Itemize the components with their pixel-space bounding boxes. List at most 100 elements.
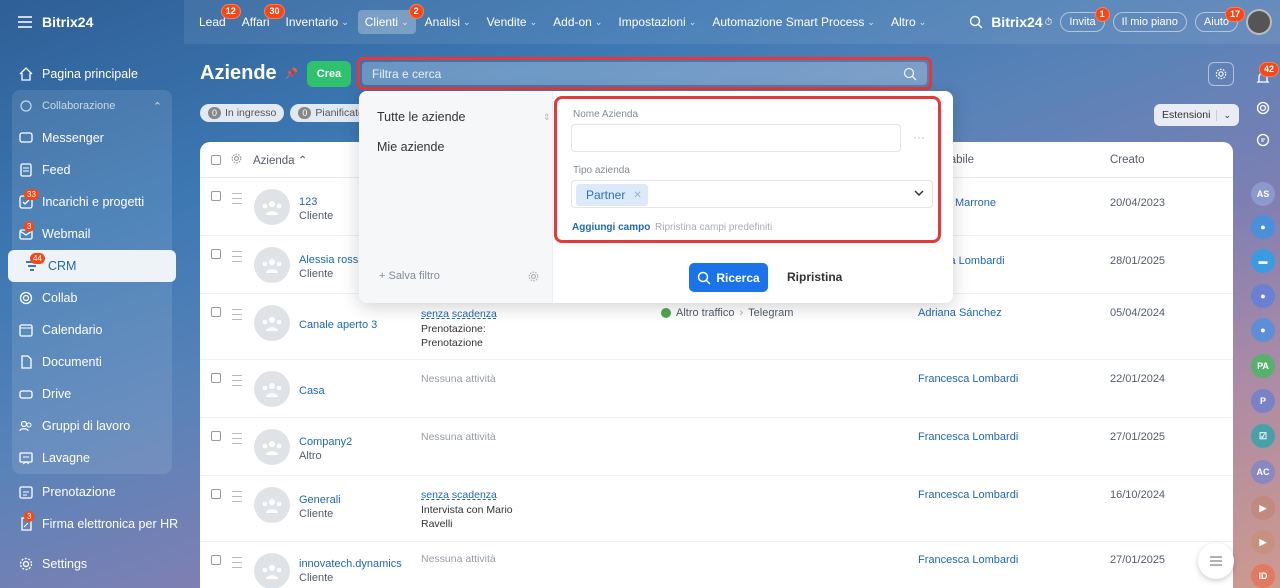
row-checkbox[interactable]	[211, 431, 221, 441]
nav-vendite[interactable]: Vendite ⌄	[480, 10, 545, 34]
create-button[interactable]: Crea	[307, 61, 351, 87]
table-row[interactable]: Canale aperto 3 senza scadenza Prenotazi…	[200, 294, 1233, 360]
sidebar-item-crm[interactable]: 44 CRM	[8, 250, 176, 282]
company-name[interactable]: Casa	[299, 385, 325, 397]
group-icon[interactable]: ●	[1251, 284, 1275, 308]
activity-deadline[interactable]: senza scadenza	[421, 308, 497, 320]
spiral-icon[interactable]	[1251, 96, 1275, 120]
drag-handle-icon[interactable]	[232, 557, 242, 572]
activity-title[interactable]: Prenotazione: Prenotazione	[421, 322, 496, 350]
more-icon[interactable]: ···	[913, 130, 925, 144]
settings-button[interactable]	[1208, 62, 1234, 86]
plan-button[interactable]: Il mio piano	[1112, 12, 1187, 32]
search-input[interactable]: Filtra e cerca	[362, 62, 927, 85]
row-checkbox[interactable]	[211, 191, 221, 201]
sidebar-item-booking[interactable]: Prenotazione	[0, 476, 184, 508]
sidebar-item-feed[interactable]: Feed	[12, 154, 172, 186]
nav-altro[interactable]: Altro ⌄	[884, 10, 933, 34]
row-checkbox[interactable]	[211, 307, 221, 317]
video-icon[interactable]: ▶	[1251, 530, 1275, 554]
sidebar-item-documents[interactable]: Documenti	[12, 346, 172, 378]
company-type-select[interactable]: Partner ✕	[571, 180, 933, 208]
responsible[interactable]: Francesca Lombardi	[918, 431, 1018, 443]
rail-avatar[interactable]: AC	[1251, 460, 1275, 484]
sidebar-item-tasks[interactable]: 33 Incarichi e progetti	[12, 186, 172, 218]
sidebar-group-header[interactable]: Collaborazione ⌃	[12, 90, 172, 122]
sidebar-item-drive[interactable]: Drive	[12, 378, 172, 410]
reset-fields-link[interactable]: Ripristina campi predefiniti	[655, 222, 772, 233]
nav-automazione[interactable]: Automazione Smart Process ⌄	[705, 10, 882, 34]
bell-icon[interactable]: 42	[1251, 62, 1279, 90]
responsible[interactable]: Marrone	[955, 197, 996, 209]
drag-handle-icon[interactable]	[232, 433, 242, 448]
help-button[interactable]: Aiuto 17	[1194, 7, 1245, 32]
brand-logo[interactable]: Bitrix24	[42, 14, 93, 30]
group-icon[interactable]: ●	[1251, 215, 1275, 239]
sidebar-item-messenger[interactable]: Messenger	[12, 122, 172, 154]
nav-analisi[interactable]: Analisi ⌄	[418, 10, 478, 34]
gear-icon[interactable]	[231, 153, 242, 164]
column-header-created[interactable]: Creato	[1110, 154, 1145, 166]
company-name[interactable]: Generali	[299, 494, 341, 506]
group-icon[interactable]: ●	[1251, 318, 1275, 342]
company-name[interactable]: innovatech.dynamics	[299, 558, 402, 570]
select-all-checkbox[interactable]	[211, 155, 221, 165]
gear-icon[interactable]	[528, 271, 539, 282]
company-name[interactable]: Alessia rossi	[299, 254, 361, 266]
rail-avatar[interactable]: PA	[1251, 354, 1275, 378]
activity-deadline[interactable]: senza scadenza	[421, 489, 497, 501]
responsible[interactable]: ca Lombardi	[944, 255, 1005, 267]
responsible[interactable]: Francesca Lombardi	[918, 373, 1018, 385]
table-row[interactable]: Company2 Altro Nessuna attività Francesc…	[200, 418, 1233, 476]
chat-icon[interactable]: ▬	[1251, 249, 1275, 273]
drag-handle-icon[interactable]	[232, 193, 242, 208]
table-row[interactable]: Generali Cliente senza scadenza Intervis…	[200, 476, 1233, 542]
drag-handle-icon[interactable]	[232, 491, 242, 506]
sidebar-item-collab[interactable]: Collab	[12, 282, 172, 314]
user-avatar[interactable]	[1246, 9, 1272, 35]
nav-addon[interactable]: Add-on ⌄	[546, 10, 609, 34]
nav-inventario[interactable]: Inventario ⌄	[279, 10, 356, 34]
reset-button[interactable]: Ripristina	[787, 270, 842, 284]
nav-lead[interactable]: Lead 12	[192, 4, 241, 34]
row-checkbox[interactable]	[211, 555, 221, 565]
copilot-icon[interactable]	[1251, 128, 1275, 152]
sidebar-item-webmail[interactable]: 3 Webmail	[12, 218, 172, 250]
company-name[interactable]: Canale aperto 3	[299, 319, 377, 331]
counter-incoming[interactable]: 0 In ingresso	[200, 104, 285, 122]
sidebar-item-groups[interactable]: Gruppi di lavoro	[12, 410, 172, 442]
row-checkbox[interactable]	[211, 249, 221, 259]
drag-handle-icon[interactable]	[232, 251, 242, 266]
save-filter-link[interactable]: + Salva filtro	[379, 270, 440, 282]
column-header-company[interactable]: Azienda ⌃	[253, 153, 307, 167]
video-icon[interactable]: ▶	[1251, 496, 1275, 520]
nav-impostazioni[interactable]: Impostazioni ⌄	[611, 10, 703, 34]
activity-title[interactable]: Intervista con Mario Ravelli	[421, 503, 516, 531]
responsible[interactable]: Adriana Sánchez	[918, 307, 1002, 319]
row-checkbox[interactable]	[211, 489, 221, 499]
company-name-input[interactable]	[571, 124, 901, 152]
rail-avatar[interactable]: P	[1251, 389, 1275, 413]
invite-button[interactable]: Invita 1	[1060, 7, 1110, 32]
rail-avatar[interactable]: ID	[1251, 564, 1275, 588]
company-name[interactable]: 123	[299, 196, 317, 208]
add-field-link[interactable]: Aggiungi campo	[572, 222, 650, 233]
sidebar-item-boards[interactable]: Lavagne	[12, 442, 172, 474]
rail-avatar[interactable]: AS	[1251, 182, 1275, 206]
close-icon[interactable]: ✕	[633, 190, 641, 201]
list-menu-button[interactable]	[1198, 543, 1234, 579]
preset-my-companies[interactable]: Mie aziende	[377, 140, 444, 154]
sidebar-item-esign[interactable]: 3 Firma elettronica per HR	[0, 508, 184, 540]
drag-handle-icon[interactable]	[232, 309, 242, 324]
nav-clienti[interactable]: Clienti ⌄ 2	[357, 4, 424, 34]
row-checkbox[interactable]	[211, 373, 221, 383]
search-button[interactable]: Ricerca	[689, 263, 768, 292]
nav-affari[interactable]: Affari 30	[235, 4, 285, 34]
preset-all-companies[interactable]: Tutte le aziende	[377, 110, 465, 124]
responsible[interactable]: Francesca Lombardi	[918, 489, 1018, 501]
menu-icon[interactable]	[18, 16, 32, 28]
extensions-button[interactable]: Estensioni ⌄	[1154, 104, 1239, 126]
search-icon[interactable]	[969, 15, 983, 29]
search-icon[interactable]	[903, 67, 917, 81]
table-row[interactable]: Casa Nessuna attività Francesca Lombardi…	[200, 360, 1233, 418]
